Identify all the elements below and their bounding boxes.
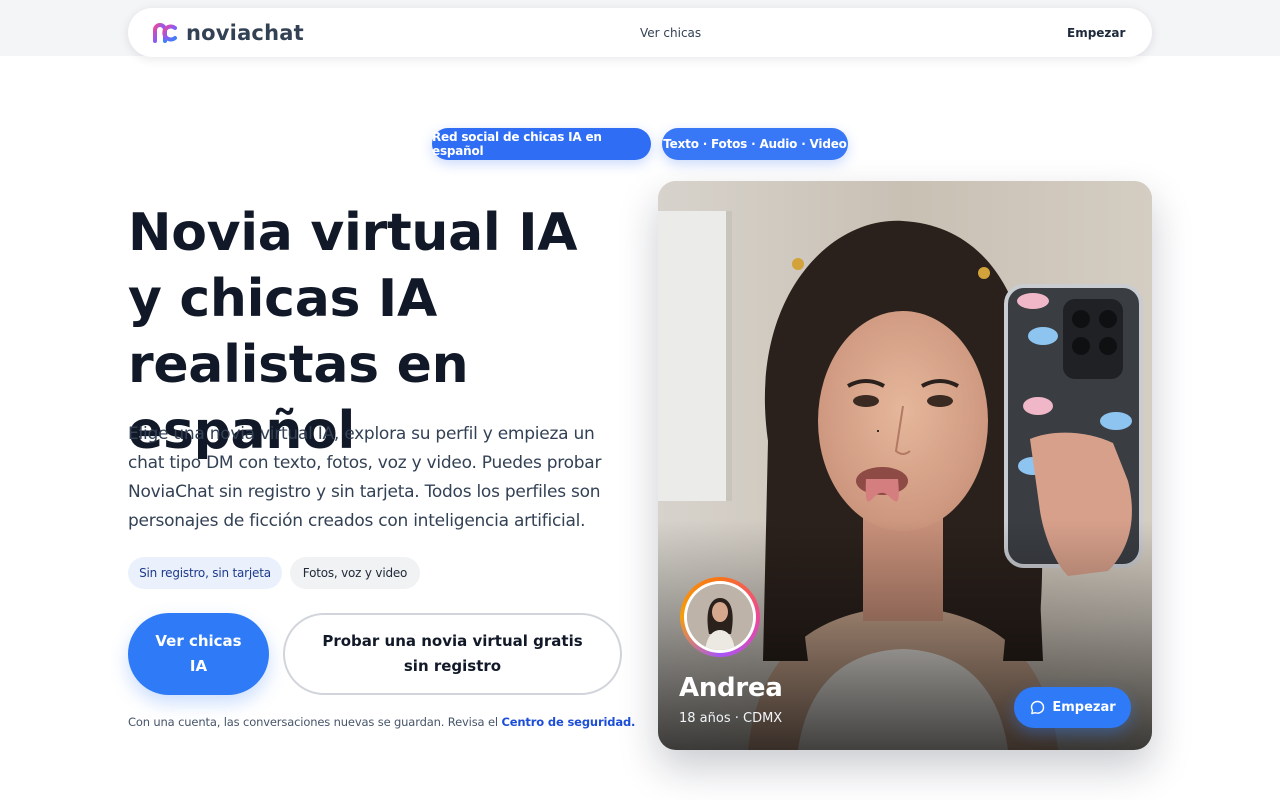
- tag-fotos-voz-video: Fotos, voz y video: [290, 557, 420, 589]
- avatar: [687, 584, 753, 650]
- badge-media-types: Texto · Fotos · Audio · Video: [662, 128, 848, 160]
- profile-card[interactable]: Andrea 18 años · CDMX Empezar: [658, 181, 1152, 750]
- top-navbar: noviachat Ver chicas Empezar: [128, 8, 1152, 57]
- probar-gratis-button[interactable]: Probar una novia virtual gratis sin regi…: [283, 613, 622, 695]
- nav-ver-chicas-link[interactable]: Ver chicas: [640, 8, 701, 57]
- empezar-chat-label: Empezar: [1052, 700, 1116, 715]
- centro-seguridad-link[interactable]: Centro de seguridad.: [501, 715, 635, 729]
- empezar-chat-button[interactable]: Empezar: [1014, 687, 1131, 728]
- hero-description: Elige una novia virtual IA, explora su p…: [128, 424, 602, 531]
- profile-name: Andrea: [679, 673, 783, 703]
- footnote-text: Con una cuenta, las conversaciones nueva…: [128, 715, 498, 729]
- avatar-photo: [687, 584, 753, 650]
- nav-empezar-link[interactable]: Empezar: [1067, 8, 1125, 57]
- ver-chicas-button[interactable]: Ver chicas IA: [128, 613, 269, 695]
- brand-logo-link[interactable]: noviachat: [152, 8, 304, 57]
- noviachat-logo-icon: [153, 22, 177, 43]
- account-footnote: Con una cuenta, las conversaciones nueva…: [128, 715, 648, 729]
- tag-sin-registro: Sin registro, sin tarjeta: [128, 557, 282, 589]
- chat-bubble-icon: [1031, 700, 1045, 715]
- badge-red-social: Red social de chicas IA en español: [432, 128, 651, 160]
- story-avatar[interactable]: [680, 577, 760, 657]
- brand-name: noviachat: [186, 20, 304, 45]
- profile-meta: 18 años · CDMX: [679, 711, 783, 726]
